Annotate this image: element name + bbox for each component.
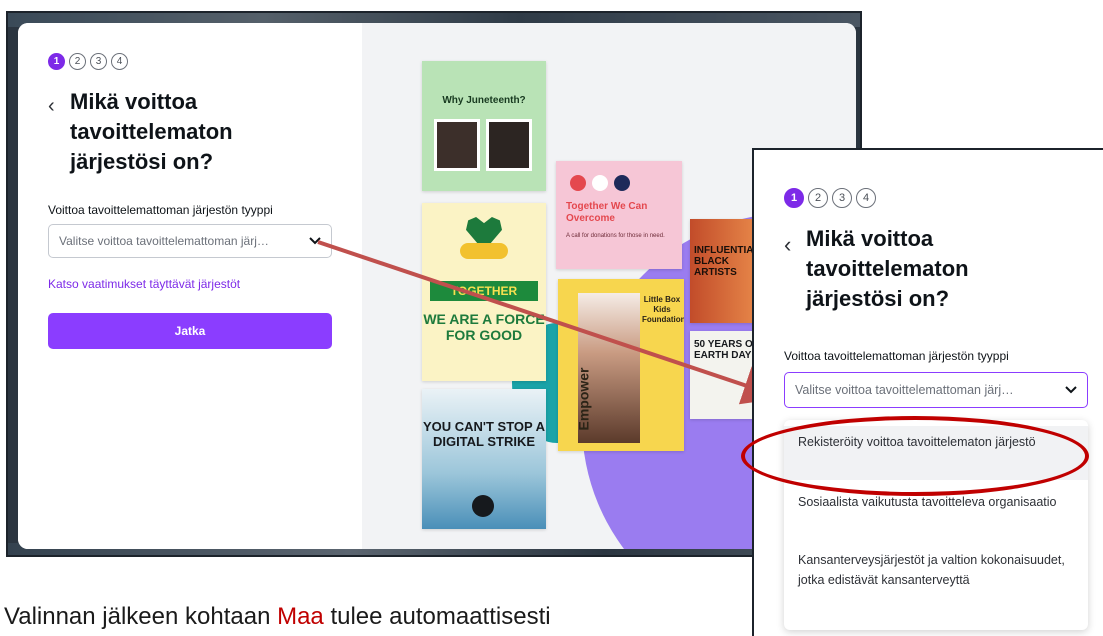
poster-title: Together We Can Overcome — [566, 201, 648, 224]
poster-shapes — [570, 175, 630, 191]
step-3: 3 — [90, 53, 107, 70]
page-title: Mikä voittoa tavoittelematon järjestösi … — [806, 226, 969, 311]
step-4: 4 — [856, 188, 876, 208]
form-panel: 1 2 3 4 ‹ Mikä voittoa tavoittelematon j… — [18, 23, 362, 549]
poster-vertical-text: Empower — [575, 367, 592, 431]
nonprofit-modal: 1 2 3 4 ‹ Mikä voittoa tavoittelematon j… — [18, 23, 856, 549]
poster-band-text: TOGETHER — [430, 281, 538, 301]
watermelon-icon — [570, 175, 586, 191]
select-placeholder: Valitse voittoa tavoittelemattoman järj… — [795, 383, 1014, 397]
hand-icon — [460, 243, 508, 259]
poster-title: 50 YEARS OF EARTH DAY — [694, 339, 759, 361]
step-3: 3 — [832, 188, 852, 208]
chevron-down-icon — [1065, 386, 1077, 394]
poster-title: Why Juneteenth? — [442, 95, 526, 106]
step-indicator: 1 2 3 4 — [48, 53, 128, 70]
org-type-select[interactable]: Valitse voittoa tavoittelemattoman järj… — [784, 372, 1088, 408]
poster-photo — [434, 119, 480, 171]
step-2: 2 — [69, 53, 86, 70]
field-label: Voittoa tavoittelemattoman järjestön tyy… — [784, 349, 1009, 363]
caption-text-start: Valinnan jälkeen kohtaan — [4, 603, 278, 630]
poster-overcome: Together We Can Overcome A call for dona… — [556, 161, 682, 269]
poster-photo — [486, 119, 532, 171]
poster-little-box: Little Box Kids Foundation Empower — [558, 279, 684, 451]
continue-button[interactable]: Jatka — [48, 313, 332, 349]
poster-earth-day: 50 YEARS OF EARTH DAY — [690, 331, 760, 419]
heart-icon — [592, 175, 608, 191]
step-1: 1 — [784, 188, 804, 208]
chevron-down-icon — [309, 237, 321, 245]
caption: Valinnan jälkeen kohtaan Maa tulee autom… — [4, 603, 551, 631]
poster-title: YOU CAN'T STOP A DIGITAL STRIKE — [422, 419, 546, 449]
poster-subtitle: A call for donations for those in need. — [566, 233, 665, 239]
eligible-orgs-link[interactable]: Katso vaatimukset täyttävät järjestöt — [48, 277, 240, 291]
poster-body-text: WE ARE A FORCE FOR GOOD — [423, 311, 545, 343]
poster-title: INFLUENTIAL BLACK ARTISTS — [694, 245, 760, 278]
poster-influential: INFLUENTIAL BLACK ARTISTS — [690, 219, 760, 323]
page-title: Mikä voittoa tavoittelematon järjestösi … — [70, 89, 233, 174]
background-screenshot: 1 2 3 4 ‹ Mikä voittoa tavoittelematon j… — [6, 11, 862, 557]
back-chevron-icon[interactable]: ‹ — [48, 95, 55, 118]
circle-icon — [614, 175, 630, 191]
zoomed-screenshot: 1 2 3 4 ‹ Mikä voittoa tavoittelematon j… — [752, 148, 1103, 636]
highlight-oval — [741, 416, 1089, 496]
step-indicator: 1 2 3 4 — [784, 188, 876, 208]
poster-digital-strike: YOU CAN'T STOP A DIGITAL STRIKE — [422, 389, 546, 529]
step-4: 4 — [111, 53, 128, 70]
option-public-health-org[interactable]: Kansanterveysjärjestöt ja valtion kokona… — [784, 544, 1088, 624]
back-chevron-icon[interactable]: ‹ — [784, 232, 791, 258]
poster-title: Little Box Kids Foundation — [642, 295, 684, 324]
select-placeholder: Valitse voittoa tavoittelemattoman järj… — [59, 234, 269, 248]
org-type-select[interactable]: Valitse voittoa tavoittelemattoman järj… — [48, 224, 332, 258]
globe-logo-icon — [472, 495, 494, 517]
step-1: 1 — [48, 53, 65, 70]
poster-juneteenth: Why Juneteenth? — [422, 61, 546, 191]
caption-highlight: Maa — [277, 603, 324, 630]
poster-together: TOGETHER WE ARE A FORCE FOR GOOD — [422, 203, 546, 381]
step-2: 2 — [808, 188, 828, 208]
field-label: Voittoa tavoittelemattoman järjestön tyy… — [48, 203, 273, 217]
caption-text-end: tulee automaattisesti — [323, 603, 551, 630]
